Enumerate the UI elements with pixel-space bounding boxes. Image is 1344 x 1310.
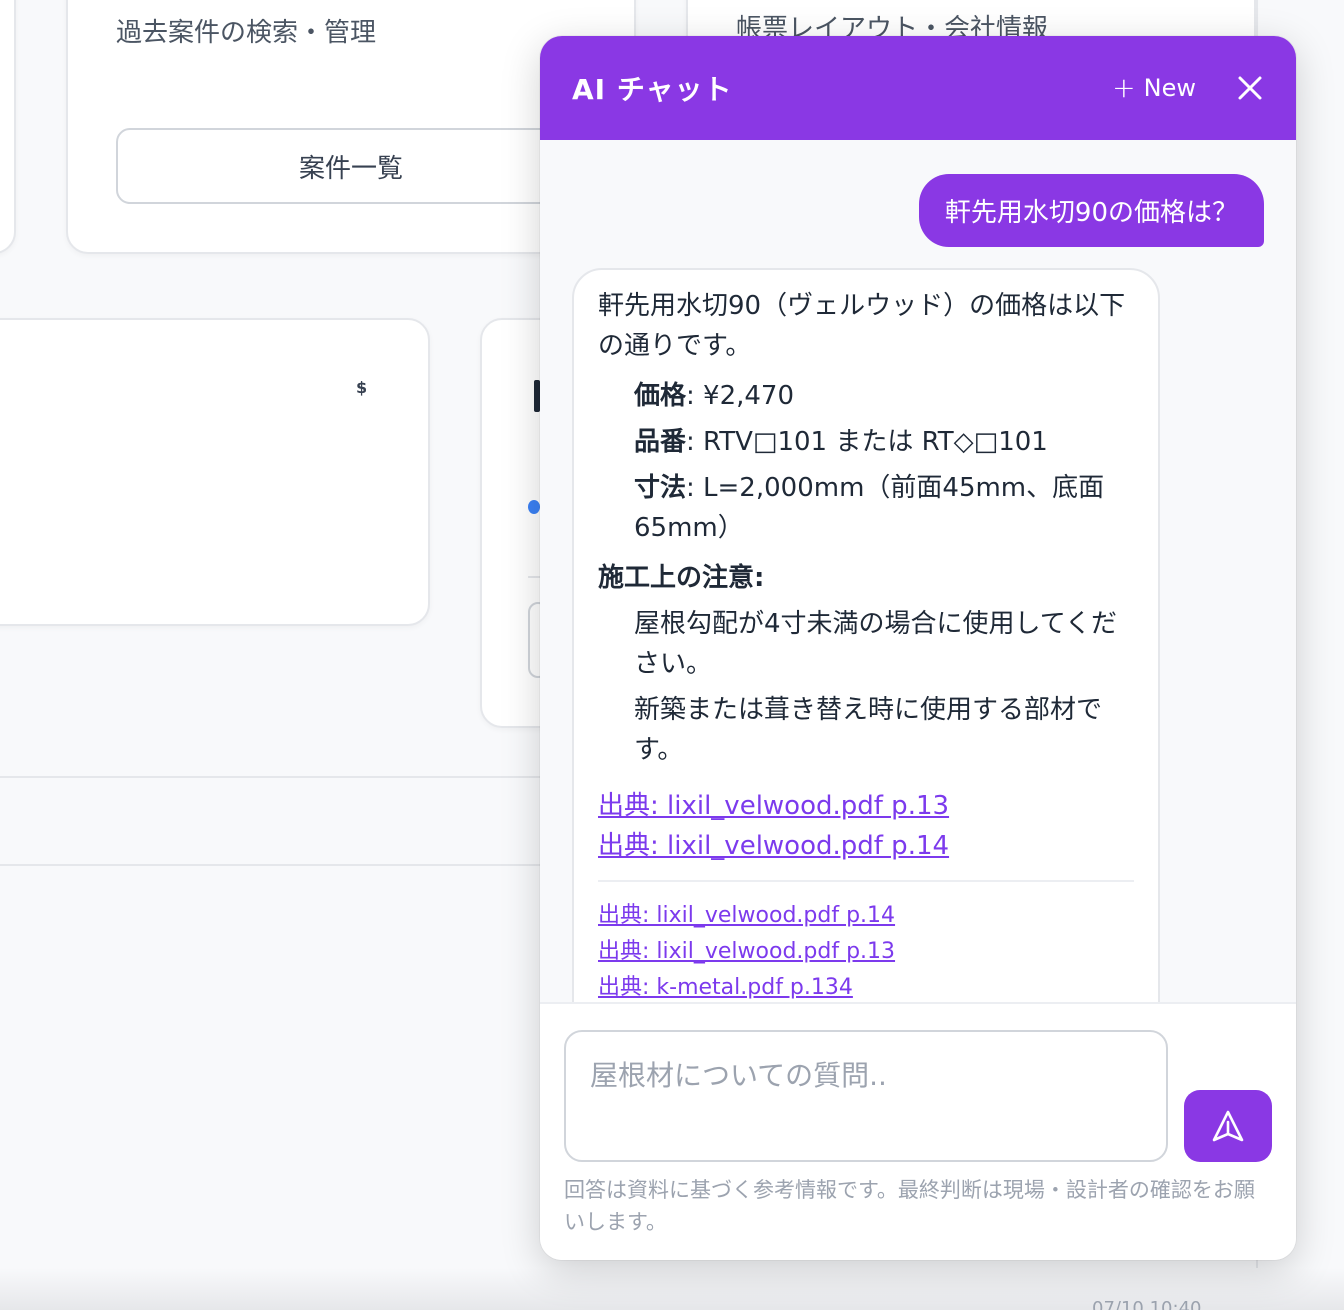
case-search-subtitle: 過去案件の検索・管理 (116, 18, 377, 48)
reference-link[interactable]: 出典: lixil_velwood.pdf p.13 (598, 934, 1134, 970)
timestamp: 07/10 10:40 (1092, 1298, 1202, 1310)
reference-link[interactable]: 出典: k-metal.pdf p.134 (598, 970, 1134, 1002)
chat-input[interactable] (564, 1030, 1168, 1162)
assistant-intro: 軒先用水切90（ヴェルウッド）の価格は以下の通りです。 (598, 291, 1126, 361)
notes-heading: 施工上の注意: (598, 563, 765, 593)
detail-dimensions: 寸法: L=2,000mm（前面45mm、底面65mm） (634, 473, 1105, 543)
divider (0, 776, 560, 778)
status-dot (528, 500, 540, 514)
new-chat-label: New (1143, 74, 1196, 102)
user-message: 軒先用水切90の価格は？ (918, 174, 1264, 247)
detail-part-number: 品番: RTV□101 または RT◇□101 (634, 427, 1048, 457)
plus-icon: + (1112, 71, 1136, 104)
reference-link[interactable]: 出典: lixil_velwood.pdf p.14 (598, 898, 1134, 934)
composer: 回答は資料に基づく参考情報です。最終判断は現場・設計者の確認をお願いします。 (540, 1002, 1296, 1260)
divider (0, 864, 560, 866)
chat-header: AI チャット + New (540, 36, 1296, 140)
dollar-icon: $ (356, 378, 368, 397)
note-item: 新築または葺き替え時に使用する部材です。 (634, 695, 1103, 765)
message-list[interactable]: 軒先用水切90の価格は？ 軒先用水切90（ヴェルウッド）の価格は以下の通りです。… (540, 140, 1296, 1002)
send-icon (1212, 1110, 1244, 1142)
chat-title: AI チャット (572, 73, 733, 106)
stats-card (0, 318, 430, 626)
source-link[interactable]: 出典: lixil_velwood.pdf p.13 (598, 786, 1134, 826)
note-item: 屋根勾配が4寸未満の場合に使用してください。 (634, 609, 1117, 679)
close-icon[interactable] (1236, 74, 1264, 102)
send-button[interactable] (1184, 1090, 1272, 1162)
disclaimer: 回答は資料に基づく参考情報です。最終判断は現場・設計者の確認をお願いします。 (564, 1178, 1255, 1234)
case-list-button[interactable]: 案件一覧 (116, 128, 586, 204)
source-divider (598, 880, 1134, 882)
detail-price: 価格: ¥2,470 (634, 381, 795, 411)
assistant-message: 軒先用水切90（ヴェルウッド）の価格は以下の通りです。 価格: ¥2,470 品… (572, 268, 1160, 1002)
product-details: 価格: ¥2,470 品番: RTV□101 または RT◇□101 寸法: L… (598, 376, 1134, 548)
new-chat-button[interactable]: + New (1112, 71, 1196, 104)
source-links: 出典: lixil_velwood.pdf p.13 出典: lixil_vel… (598, 786, 1134, 866)
source-link[interactable]: 出典: lixil_velwood.pdf p.14 (598, 826, 1134, 866)
reference-links: 出典: lixil_velwood.pdf p.14 出典: lixil_vel… (598, 898, 1134, 1002)
background-card (0, 0, 16, 254)
ai-chat-panel: AI チャット + New 軒先用水切90の価格は？ 軒先用水切90（ヴェルウッ… (540, 36, 1296, 1260)
